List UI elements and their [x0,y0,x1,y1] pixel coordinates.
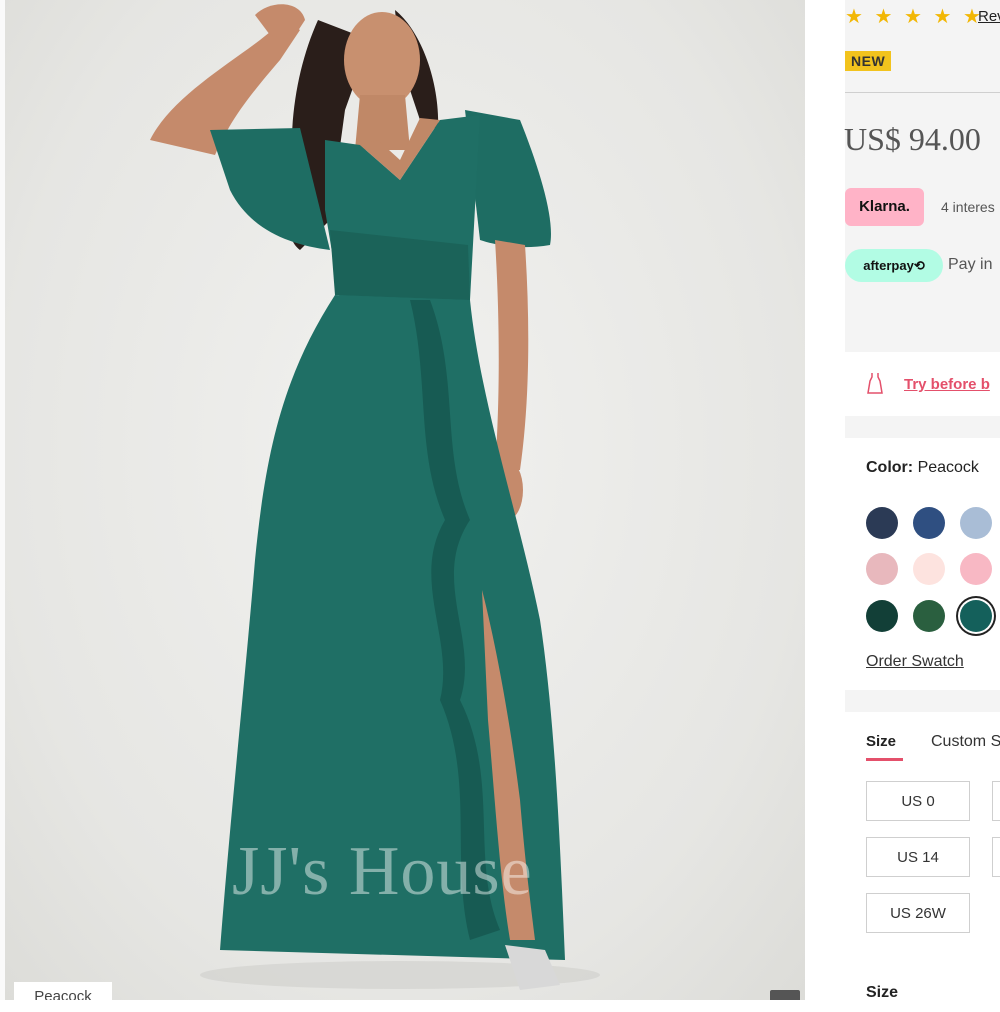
tab-custom-size[interactable]: Custom S [931,733,1000,751]
color-label-key: Color: [866,459,914,476]
try-before-link[interactable]: Try before b [904,376,990,393]
color-label: Color: Peacock [866,459,979,477]
color-swatch-candy-pink[interactable] [960,553,992,585]
afterpay-logo[interactable]: afterpay⟲ [845,249,943,282]
dress-icon [867,373,883,394]
expand-icon[interactable] [770,990,800,1000]
tab-size[interactable]: Size [866,733,896,750]
klarna-info: 4 interes [941,199,995,215]
new-badge: NEW [845,51,892,71]
image-color-tag: Peacock [14,982,112,1000]
color-swatch-dark-green[interactable] [866,600,898,632]
watermark: JJ's House [232,833,533,910]
color-swatch-dusty-blue[interactable] [960,507,992,539]
tab-size-indicator [866,758,903,761]
color-swatch-dark-navy[interactable] [866,507,898,539]
size-option-us-26w[interactable]: US 26W [866,893,970,933]
color-swatch-blush[interactable] [866,553,898,585]
klarna-logo[interactable]: Klarna. [845,188,924,226]
color-swatch-navy[interactable] [913,507,945,539]
color-swatch-green[interactable] [913,600,945,632]
gutter [805,0,845,1000]
price: US$ 94.00 [844,121,981,157]
color-label-value: Peacock [917,459,979,476]
size-option-us-14[interactable]: US 14 [866,837,970,877]
size-section-label: Size [866,984,899,1001]
divider [845,92,1000,93]
afterpay-info: Pay in [948,256,993,273]
size-option-partial[interactable] [992,781,1000,821]
rating-stars-icon: ★ ★ ★ ★ ★ [845,6,984,28]
reviews-link[interactable]: Rev [978,8,1000,25]
order-swatch-link[interactable]: Order Swatch [866,653,964,671]
color-swatch-peacock[interactable] [960,600,992,632]
color-swatch-pearl-pink[interactable] [913,553,945,585]
size-option-partial[interactable] [992,837,1000,877]
product-image[interactable]: JJ's House Peacock [0,0,805,1000]
size-option-us-0[interactable]: US 0 [866,781,970,821]
